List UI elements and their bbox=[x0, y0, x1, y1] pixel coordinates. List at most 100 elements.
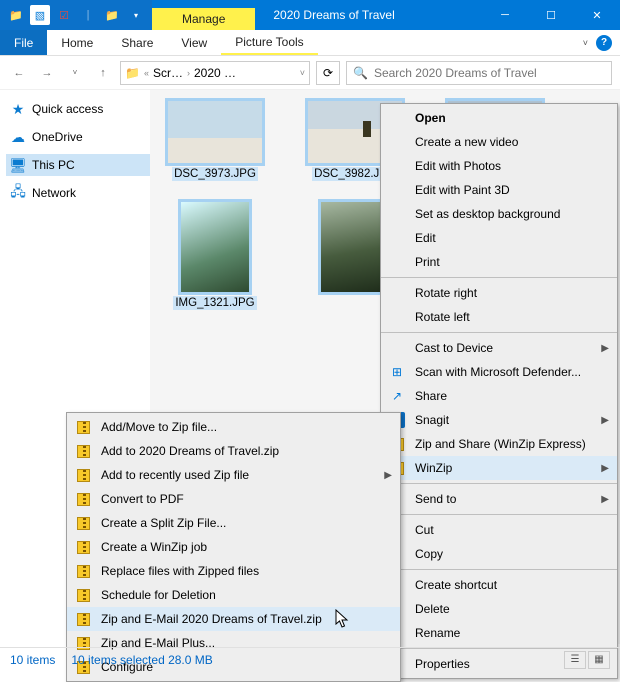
menu-item[interactable]: Zip and Share (WinZip Express) bbox=[381, 432, 617, 456]
title-bar: 📁 ▧ ☑ | 📁 ▾ Manage 2020 Dreams of Travel… bbox=[0, 0, 620, 30]
nav-up-button[interactable]: ↑ bbox=[92, 62, 114, 84]
sidebar-item-quick-access[interactable]: ★ Quick access bbox=[6, 98, 150, 120]
thumbnail-icon bbox=[180, 201, 250, 293]
menu-item-label: Delete bbox=[415, 602, 450, 616]
thumbnail-view-button[interactable]: ▦ bbox=[588, 651, 610, 669]
breadcrumb-seg[interactable]: 2020 … bbox=[194, 66, 236, 80]
menu-item[interactable]: Delete bbox=[381, 597, 617, 621]
menu-item[interactable]: ▣Snagit▶ bbox=[381, 408, 617, 432]
menu-item[interactable]: Add/Move to Zip file... bbox=[67, 415, 400, 439]
file-item[interactable]: IMG_1321.JPG bbox=[160, 201, 270, 310]
menu-item[interactable]: Set as desktop background bbox=[381, 202, 617, 226]
sidebar-item-network[interactable]: 🖧 Network bbox=[6, 182, 150, 204]
thumbnail-icon bbox=[167, 100, 263, 164]
close-button[interactable]: ✕ bbox=[574, 0, 620, 30]
file-name: DSC_3973.JPG bbox=[172, 167, 258, 181]
menu-item-label: Open bbox=[415, 111, 446, 125]
chevron-right-icon: ▶ bbox=[601, 463, 609, 474]
menu-item[interactable]: Zip and E-Mail 2020 Dreams of Travel.zip bbox=[67, 607, 400, 631]
chevron-right-icon: ▶ bbox=[601, 415, 609, 426]
address-bar[interactable]: 📁 « Scr… › 2020 … ˅ bbox=[120, 61, 310, 85]
menu-item-label: Cast to Device bbox=[415, 341, 493, 355]
ribbon-tab-picture-tools[interactable]: Picture Tools bbox=[221, 30, 317, 55]
menu-item-label: Create a new video bbox=[415, 135, 518, 149]
menu-item[interactable]: Rotate right bbox=[381, 281, 617, 305]
chevron-icon[interactable]: › bbox=[187, 68, 190, 78]
menu-item[interactable]: Create shortcut bbox=[381, 573, 617, 597]
zip-icon bbox=[75, 419, 91, 435]
menu-item[interactable]: Add to 2020 Dreams of Travel.zip bbox=[67, 439, 400, 463]
checked-icon[interactable]: ☑ bbox=[54, 5, 74, 25]
folder-icon[interactable]: 📁 bbox=[6, 5, 26, 25]
details-view-button[interactable]: ☰ bbox=[564, 651, 586, 669]
menu-item[interactable]: Cast to Device ▶ bbox=[381, 336, 617, 360]
qat-dropdown-icon[interactable]: ▾ bbox=[126, 5, 146, 25]
folder-icon-2[interactable]: 📁 bbox=[102, 5, 122, 25]
menu-separator bbox=[381, 569, 617, 570]
sidebar-item-onedrive[interactable]: ☁ OneDrive bbox=[6, 126, 150, 148]
menu-item[interactable]: Add to recently used Zip file▶ bbox=[67, 463, 400, 487]
breadcrumb-seg[interactable]: Scr… bbox=[153, 66, 183, 80]
refresh-button[interactable]: ⟳ bbox=[316, 61, 340, 85]
file-item[interactable]: DSC_3973.JPG bbox=[160, 100, 270, 181]
menu-item[interactable]: Convert to PDF bbox=[67, 487, 400, 511]
menu-item-label: Share bbox=[415, 389, 447, 403]
menu-item[interactable]: Send to▶ bbox=[381, 487, 617, 511]
menu-item[interactable]: Rename bbox=[381, 621, 617, 645]
sidebar-item-label: This PC bbox=[32, 158, 75, 172]
menu-item-label: Zip and E-Mail 2020 Dreams of Travel.zip bbox=[101, 612, 322, 626]
menu-item[interactable]: Edit bbox=[381, 226, 617, 250]
menu-item[interactable]: ⊞ Scan with Microsoft Defender... bbox=[381, 360, 617, 384]
cursor-icon bbox=[335, 609, 349, 629]
winzip-submenu: Add/Move to Zip file... Add to 2020 Dream… bbox=[66, 412, 401, 682]
menu-item-label: Rename bbox=[415, 626, 460, 640]
menu-item[interactable]: Cut bbox=[381, 518, 617, 542]
contextual-tab-highlight[interactable]: Manage bbox=[152, 8, 255, 30]
menu-item[interactable]: Rotate left bbox=[381, 305, 617, 329]
menu-item[interactable]: Edit with Photos bbox=[381, 154, 617, 178]
properties-icon[interactable]: ▧ bbox=[30, 5, 50, 25]
minimize-button[interactable]: ─ bbox=[482, 0, 528, 30]
shield-icon: ⊞ bbox=[389, 364, 405, 380]
menu-item[interactable]: Edit with Paint 3D bbox=[381, 178, 617, 202]
menu-item[interactable]: Schedule for Deletion bbox=[67, 583, 400, 607]
file-tab[interactable]: File bbox=[0, 30, 47, 55]
menu-item[interactable]: WinZip▶ bbox=[381, 456, 617, 480]
menu-item-label: Snagit bbox=[415, 413, 449, 427]
nav-row: ← → ˅ ↑ 📁 « Scr… › 2020 … ˅ ⟳ 🔍 bbox=[0, 56, 620, 90]
menu-separator bbox=[381, 514, 617, 515]
search-input[interactable] bbox=[374, 66, 605, 80]
item-count: 10 items bbox=[10, 653, 55, 667]
ribbon-tab-view[interactable]: View bbox=[167, 30, 221, 55]
chevron-right-icon: ▶ bbox=[384, 470, 392, 481]
address-dropdown-icon[interactable]: ˅ bbox=[300, 68, 305, 78]
menu-item[interactable]: Print bbox=[381, 250, 617, 274]
menu-item[interactable]: Open bbox=[381, 106, 617, 130]
network-icon: 🖧 bbox=[10, 185, 26, 201]
file-name: IMG_1321.JPG bbox=[173, 296, 256, 310]
help-icon[interactable]: ? bbox=[596, 35, 612, 51]
chevron-icon[interactable]: « bbox=[144, 68, 149, 78]
menu-item[interactable]: Create a WinZip job bbox=[67, 535, 400, 559]
menu-item-label: Edit with Paint 3D bbox=[415, 183, 510, 197]
nav-forward-button[interactable]: → bbox=[36, 62, 58, 84]
menu-item[interactable]: Create a Split Zip File... bbox=[67, 511, 400, 535]
chevron-right-icon: ▶ bbox=[601, 343, 609, 354]
menu-item-label: Zip and Share (WinZip Express) bbox=[415, 437, 586, 451]
ribbon-tab-home[interactable]: Home bbox=[47, 30, 107, 55]
nav-history-icon[interactable]: ˅ bbox=[64, 62, 86, 84]
search-icon: 🔍 bbox=[353, 66, 368, 80]
menu-item-label: Scan with Microsoft Defender... bbox=[415, 365, 581, 379]
menu-item-label: Add to 2020 Dreams of Travel.zip bbox=[101, 444, 279, 458]
ribbon-tab-share[interactable]: Share bbox=[107, 30, 167, 55]
context-menu: Open Create a new video Edit with Photos Ed… bbox=[380, 103, 618, 679]
search-box[interactable]: 🔍 bbox=[346, 61, 612, 85]
ribbon-collapse-icon[interactable]: ˅ bbox=[583, 38, 588, 48]
menu-item[interactable]: Copy bbox=[381, 542, 617, 566]
sidebar-item-this-pc[interactable]: 🖥 This PC bbox=[6, 154, 150, 176]
nav-back-button[interactable]: ← bbox=[8, 62, 30, 84]
maximize-button[interactable]: ☐ bbox=[528, 0, 574, 30]
menu-item[interactable]: ↗Share bbox=[381, 384, 617, 408]
menu-item[interactable]: Create a new video bbox=[381, 130, 617, 154]
menu-item[interactable]: Replace files with Zipped files bbox=[67, 559, 400, 583]
